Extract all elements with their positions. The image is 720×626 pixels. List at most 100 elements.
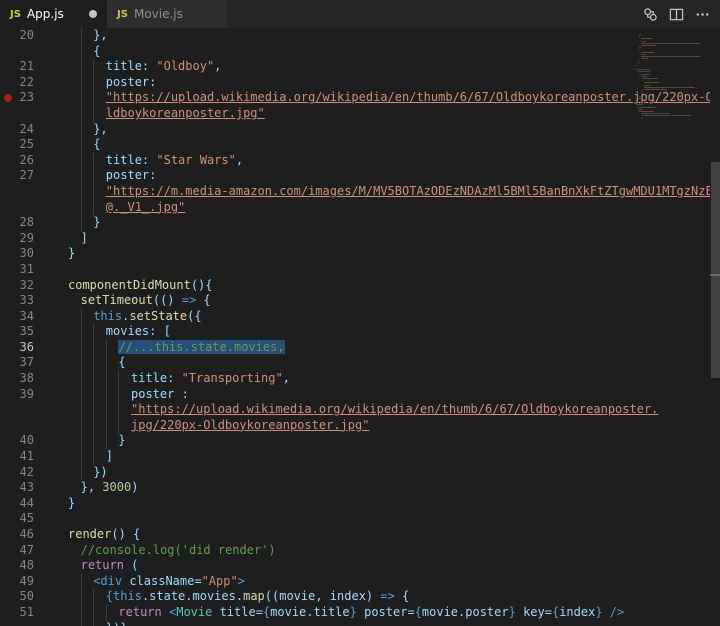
code-line[interactable]: { [62,43,632,60]
code-line[interactable]: }, [62,28,632,44]
code-line[interactable]: poster : [62,386,632,403]
code-line[interactable]: })} [62,620,632,626]
line-number[interactable]: 39 [0,387,62,403]
line-number[interactable]: 34 [0,309,62,325]
line-number[interactable] [0,44,62,60]
indent-guide [80,152,82,169]
indent-guide [93,199,95,216]
line-number[interactable]: 25 [0,137,62,153]
code-line[interactable]: @._V1_.jpg" [62,199,632,216]
open-changes-icon[interactable] [642,6,658,22]
line-number[interactable]: 44 [0,496,62,512]
tab-movie-js[interactable]: JS Movie.js [107,0,227,28]
code-line[interactable]: title: "Star Wars", [62,152,632,169]
code-lines[interactable]: },{title: "Oldboy", poster: "https://uploa… [62,28,713,626]
code-token: this [113,589,142,604]
code-line[interactable]: title: "Transporting", [62,371,632,387]
line-number[interactable]: 45 [0,511,62,527]
code-line[interactable]: }, [62,121,632,138]
code-line[interactable]: {this.state.movies.map((movie, index) =>… [62,589,632,605]
line-number[interactable]: 50 [0,589,62,605]
code-line[interactable]: this.setState({ [62,308,632,325]
code-token: () { [111,527,141,541]
code-line[interactable]: } [62,215,632,231]
line-number[interactable]: 43 [0,480,62,496]
line-number[interactable]: 23 [0,90,62,106]
line-number[interactable]: 46 [0,527,62,543]
code-line[interactable]: render() { [62,527,632,543]
tab-app-js[interactable]: JS App.js [0,0,107,28]
code-line[interactable]: ldboykoreanposter.jpg" [62,105,632,122]
line-number[interactable]: 27 [0,168,62,184]
vertical-scrollbar[interactable] [710,28,720,626]
minimap[interactable] [632,28,710,626]
code-line[interactable] [62,511,632,527]
line-number[interactable]: 20 [0,28,62,44]
code-line[interactable]: setTimeout(() => { [62,293,632,309]
code-line[interactable]: poster: [62,168,632,184]
split-editor-icon[interactable] [668,6,684,22]
code-token: //...this.state.movies, [118,339,285,354]
line-number[interactable]: 24 [0,122,62,138]
line-number[interactable]: 40 [0,433,62,449]
code-line[interactable] [62,262,632,278]
line-number[interactable]: 38 [0,371,62,387]
line-number[interactable] [0,402,62,418]
code-line[interactable]: { [62,137,632,153]
code-line[interactable]: "https://m.media-amazon.com/images/M/MV5… [62,183,713,200]
code-line[interactable]: "https://upload.wikimedia.org/wikipedia/… [62,402,658,418]
line-number-gutter[interactable]: 20 21 22 23 24 25 26 27 28 29 30 31 32 33 34 35 36 37 38 39… [0,28,62,626]
unsaved-changes-dot-icon[interactable] [89,10,97,18]
code-line[interactable]: ] [62,231,632,247]
line-number[interactable]: 29 [0,231,62,247]
line-number[interactable] [0,200,62,216]
code-line[interactable]: return ( [62,558,632,574]
line-number[interactable]: 48 [0,558,62,574]
code-line[interactable]: } [62,433,632,450]
code-line[interactable]: movies: [ [62,324,632,340]
code-line[interactable]: //console.log('did render') [62,543,632,559]
minimap-line [644,82,660,84]
code-line[interactable]: return <Movie title={movie.title} poster… [62,604,632,621]
scrollbar-thumb[interactable] [711,162,720,378]
line-number[interactable]: 33 [0,293,62,309]
line-number[interactable]: 28 [0,215,62,231]
line-number[interactable]: 47 [0,543,62,559]
line-number[interactable] [0,621,62,626]
code-line[interactable]: componentDidMount(){ [62,278,632,294]
line-number[interactable] [0,184,62,200]
code-line[interactable]: <div className="App"> [62,573,632,590]
code-line[interactable]: { [62,355,632,372]
line-number[interactable]: 35 [0,324,62,340]
line-number[interactable] [0,418,62,434]
minimap-line [642,91,644,93]
line-number[interactable]: 36 [0,340,62,356]
code-line[interactable]: }, 3000) [62,480,632,496]
breakpoint-icon[interactable] [4,94,12,103]
indent-guide [93,152,95,169]
indent-guide [93,183,95,200]
line-number[interactable]: 37 [0,355,62,371]
code-line[interactable]: ] [62,449,632,465]
line-number[interactable]: 49 [0,574,62,590]
code-line[interactable]: "https://upload.wikimedia.org/wikipedia/… [62,90,713,106]
line-number[interactable]: 30 [0,246,62,262]
code-line[interactable]: title: "Oldboy", [62,59,632,75]
line-number[interactable]: 51 [0,605,62,621]
code-editor[interactable]: 20 21 22 23 24 25 26 27 28 29 30 31 32 33 34 35 36 37 38 39… [0,28,720,626]
line-number[interactable]: 22 [0,75,62,91]
line-number[interactable]: 32 [0,278,62,294]
code-line[interactable]: //...this.state.movies, [62,339,632,356]
code-line[interactable]: } [62,246,632,262]
code-line[interactable]: }) [62,464,632,481]
code-line[interactable]: jpg/220px-Oldboykoreanposter.jpg" [62,417,632,434]
code-line[interactable]: } [62,496,632,512]
code-line[interactable]: poster: [62,74,632,91]
line-number[interactable]: 31 [0,262,62,278]
line-number[interactable]: 42 [0,465,62,481]
line-number[interactable]: 21 [0,59,62,75]
more-actions-icon[interactable] [694,6,710,22]
line-number[interactable]: 26 [0,153,62,169]
line-number[interactable]: 41 [0,449,62,465]
line-number[interactable] [0,106,62,122]
